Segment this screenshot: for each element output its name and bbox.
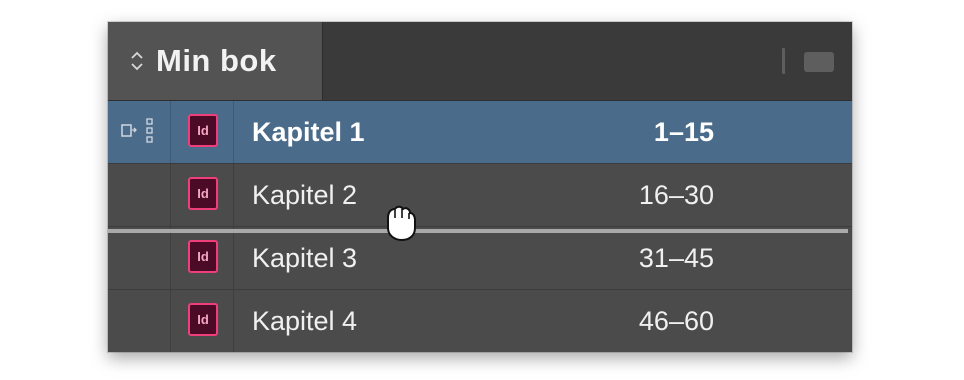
status-cell: [108, 227, 171, 289]
page-range: 1–15: [653, 117, 714, 147]
document-name: Kapitel 3: [252, 243, 358, 273]
document-row-1[interactable]: Id Kapitel 1 1–15: [108, 101, 852, 164]
document-list: Id Kapitel 1 1–15 Id Kapitel 2 16–30 Id …: [108, 101, 852, 352]
doc-icon-cell: Id: [171, 164, 234, 226]
indesign-document-icon: Id: [188, 303, 218, 336]
menu-divider: [782, 48, 785, 74]
indesign-document-icon: Id: [188, 240, 218, 273]
panel-title: Min bok: [156, 43, 277, 78]
page-range: 31–45: [638, 243, 714, 273]
document-name: Kapitel 2: [252, 180, 358, 210]
document-row-3[interactable]: Id Kapitel 3 31–45: [108, 227, 852, 290]
document-row-4[interactable]: Id Kapitel 4 46–60: [108, 290, 852, 352]
doc-icon-cell: Id: [171, 227, 234, 289]
page-range: 46–60: [638, 306, 714, 336]
document-name: Kapitel 1: [252, 117, 365, 147]
panel-menu-icon[interactable]: [804, 52, 834, 72]
panel-tab-bar: Min bok: [108, 22, 852, 101]
book-panel: Min bok Id Kapitel 1 1–15 Id Kapitel 2 1…: [108, 22, 852, 352]
status-cell: [108, 101, 171, 163]
tab-min-bok[interactable]: Min bok: [108, 22, 323, 100]
document-name: Kapitel 4: [252, 306, 358, 336]
doc-icon-cell: Id: [171, 290, 234, 352]
status-cell: [108, 290, 171, 352]
drop-indicator-line: [108, 229, 848, 233]
status-cell: [108, 164, 171, 226]
page-range: 16–30: [638, 180, 714, 210]
document-row-2[interactable]: Id Kapitel 2 16–30: [108, 164, 852, 227]
up-down-arrows-icon[interactable]: [130, 50, 144, 72]
indesign-document-icon: Id: [188, 177, 218, 210]
doc-icon-cell: Id: [171, 101, 234, 163]
sync-source-icon: [120, 118, 158, 151]
grab-hand-cursor-icon: [382, 202, 418, 242]
indesign-document-icon: Id: [188, 114, 218, 147]
